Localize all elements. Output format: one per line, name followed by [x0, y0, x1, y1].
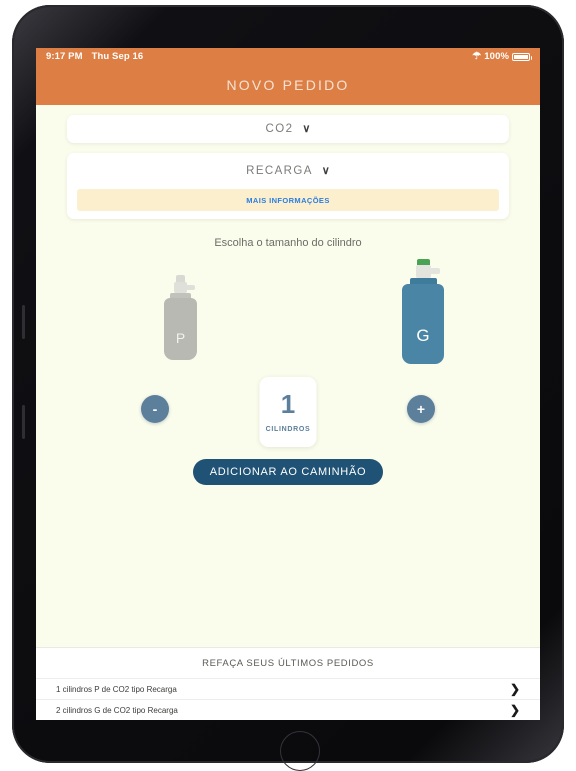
cylinder-valve-icon [428, 268, 440, 274]
last-order-text: 2 cilindros G de CO2 tipo Recarga [56, 705, 178, 715]
more-info-link[interactable]: MAIS INFORMAÇÕES [246, 196, 329, 205]
cylinder-body-icon: P [164, 298, 197, 360]
decrement-button[interactable]: - [141, 395, 169, 423]
status-indicators: ☂ 100% [472, 50, 532, 62]
increment-button[interactable]: + [407, 395, 435, 423]
service-type-value: RECARGA [246, 165, 313, 177]
cylinder-neck-icon [415, 265, 440, 278]
service-type-card: RECARGA ∨ MAIS INFORMAÇÕES [67, 153, 509, 219]
quantity-unit-label: CILINDROS [265, 426, 311, 433]
app-header: NOVO PEDIDO [36, 65, 540, 105]
cylinder-size-label-g: G [416, 326, 430, 345]
last-order-row[interactable]: 2 cilindros G de CO2 tipo Recarga ❯ [36, 699, 540, 720]
status-time: 9:17 PM [46, 51, 83, 62]
wifi-icon: ☂ [472, 50, 482, 62]
chevron-right-icon: ❯ [509, 682, 520, 696]
cylinder-size-label-p: P [175, 330, 186, 346]
volume-down-button[interactable] [22, 405, 25, 439]
status-bar: 9:17 PM Thu Sep 16 ☂ 100% [36, 48, 540, 65]
gas-type-dropdown[interactable]: CO2 ∨ [67, 115, 509, 143]
main-content: CO2 ∨ RECARGA ∨ MAIS INFORMAÇÕES Escolha… [36, 105, 540, 720]
cylinder-valve-icon [186, 285, 195, 290]
volume-up-button[interactable] [22, 305, 25, 339]
cylinder-option-p[interactable]: P [164, 275, 197, 360]
battery-full-icon [512, 52, 532, 61]
quantity-stepper: - 1 CILINDROS + [36, 377, 540, 453]
last-orders-section: REFAÇA SEUS ÚLTIMOS PEDIDOS 1 cilindros … [36, 647, 540, 720]
last-order-text: 1 cilindros P de CO2 tipo Recarga [56, 684, 177, 694]
last-orders-title: REFAÇA SEUS ÚLTIMOS PEDIDOS [202, 658, 374, 669]
cylinder-option-g[interactable]: G [402, 259, 444, 364]
service-type-dropdown[interactable]: RECARGA ∨ [67, 159, 509, 183]
tablet-screen: 9:17 PM Thu Sep 16 ☂ 100% NOVO PEDIDO CO… [36, 48, 540, 720]
home-button[interactable] [280, 731, 320, 771]
quantity-display-card: 1 CILINDROS [259, 377, 317, 447]
add-to-cart-button[interactable]: ADICIONAR AO CAMINHÃO [193, 459, 383, 485]
cylinder-body-icon: G [402, 284, 444, 364]
gas-type-value: CO2 [265, 123, 294, 135]
more-info-banner[interactable]: MAIS INFORMAÇÕES [77, 189, 499, 211]
quantity-value: 1 [280, 389, 296, 419]
last-order-row[interactable]: 1 cilindros P de CO2 tipo Recarga ❯ [36, 678, 540, 699]
chevron-down-icon: ∨ [321, 164, 330, 177]
status-date: Thu Sep 16 [91, 51, 144, 62]
size-instruction-label: Escolha o tamanho do cilindro [214, 237, 362, 249]
cylinder-cap-icon [176, 275, 185, 282]
chevron-down-icon: ∨ [302, 122, 311, 135]
chevron-right-icon: ❯ [509, 703, 520, 717]
page-title: NOVO PEDIDO [226, 77, 350, 93]
cylinder-size-options: P G [36, 255, 540, 375]
battery-percent-label: 100% [484, 51, 509, 62]
cylinder-neck-icon [174, 282, 195, 293]
